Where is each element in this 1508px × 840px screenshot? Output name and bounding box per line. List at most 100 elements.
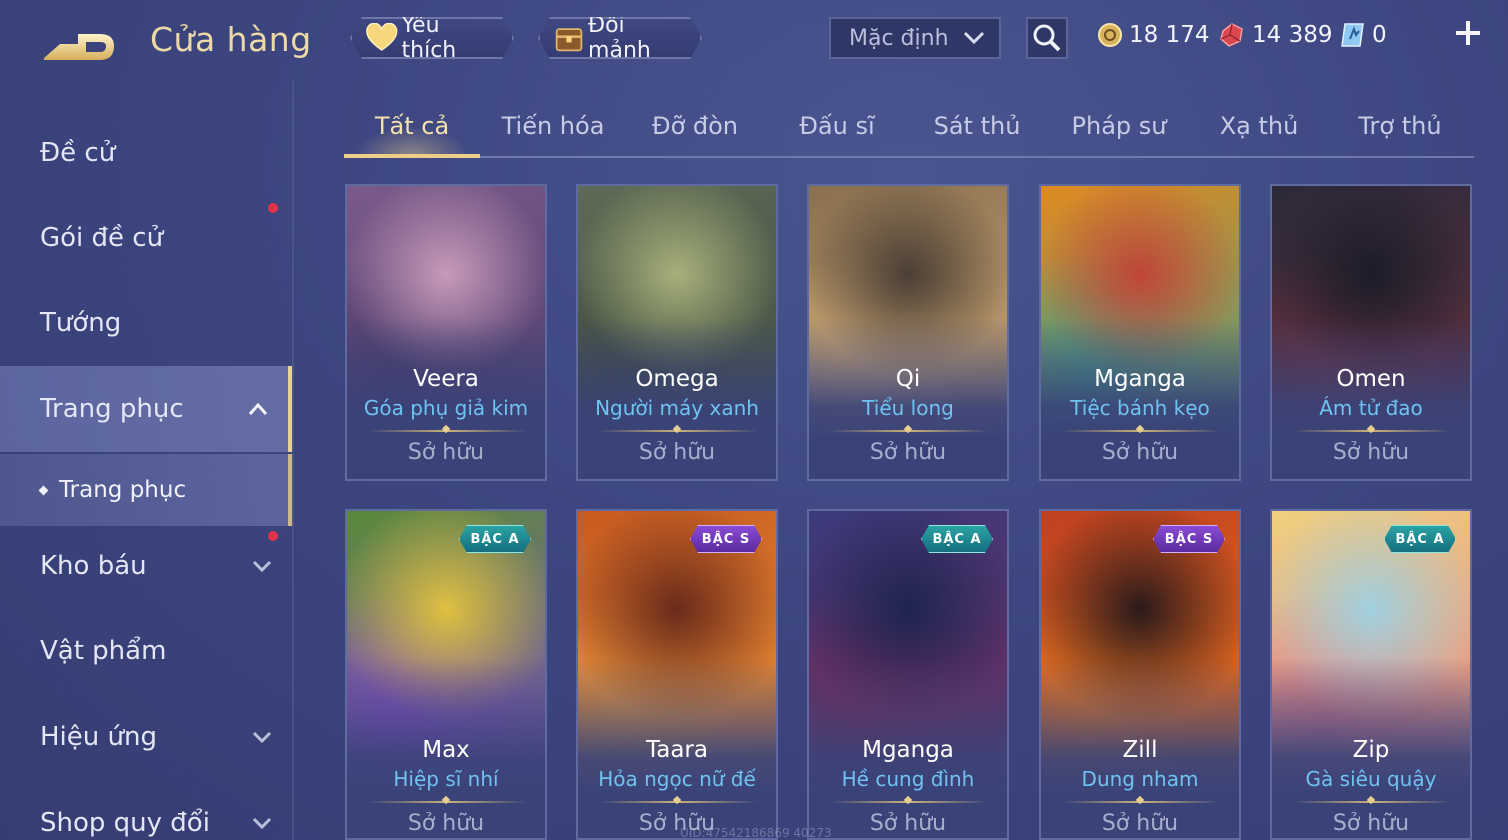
sidebar-item-effects[interactable]: Hiệu ứng: [0, 694, 292, 780]
skin-card[interactable]: Omega Người máy xanh Sở hữu: [576, 184, 778, 481]
owned-status: Sở hữu: [638, 440, 716, 465]
ruby-balance: 14 389: [1218, 20, 1332, 50]
card-separator: [1061, 430, 1221, 432]
skin-name: Người máy xanh: [595, 396, 759, 420]
card-separator: [1292, 801, 1452, 803]
card-separator: [598, 430, 758, 432]
page-title: Cửa hàng: [150, 20, 312, 59]
sidebar-item-bundles[interactable]: Gói đề cử: [0, 195, 292, 281]
sidebar-item-label: Shop quy đổi: [40, 808, 210, 838]
favorites-label: Yêu thích: [401, 13, 457, 63]
category-tabs: Tất cả Tiến hóa Đỡ đòn Đấu sĩ Sát thủ Ph…: [344, 100, 1474, 158]
tier-badge: BẬC S: [690, 525, 762, 553]
sidebar-item-label: Đề cử: [40, 138, 116, 168]
sidebar-subitem-label: Trang phục: [59, 477, 187, 503]
heart-icon: [366, 23, 398, 53]
hero-name: Max: [422, 737, 470, 763]
sidebar-item-items[interactable]: Vật phẩm: [0, 608, 292, 694]
owned-status: Sở hữu: [1101, 440, 1179, 465]
tier-badge: BẬC S: [1153, 525, 1225, 553]
skin-name: Hiệp sĩ nhí: [393, 767, 499, 791]
sidebar-item-label: Gói đề cử: [40, 223, 164, 253]
tab-marksman[interactable]: Xạ thủ: [1220, 112, 1299, 140]
back-arrow-icon: [44, 34, 114, 60]
owned-status: Sở hữu: [407, 811, 485, 836]
tab-mage[interactable]: Pháp sư: [1072, 112, 1167, 140]
skin-card[interactable]: Veera Góa phụ giả kim Sở hữu: [345, 184, 547, 481]
tab-assassin[interactable]: Sát thủ: [934, 112, 1021, 140]
sidebar-item-recommended[interactable]: Đề cử: [0, 110, 292, 196]
player-uid: UID:47542186869 40273: [680, 826, 832, 840]
exchange-button[interactable]: Đổi mảnh: [538, 17, 702, 59]
skin-card[interactable]: Mganga Hề cung đình Sở hữu BẬC A: [807, 509, 1009, 840]
sidebar: Đề cử Gói đề cử Tướng Trang phục Trang p…: [0, 100, 292, 840]
skin-card[interactable]: Zip Gà siêu quậy Sở hữu BẬC A: [1270, 509, 1472, 840]
sidebar-subitem-skins[interactable]: Trang phục: [0, 454, 292, 526]
owned-status: Sở hữu: [1332, 811, 1410, 836]
skin-name: Dung nham: [1081, 767, 1199, 791]
skin-name: Hỏa ngọc nữ đế: [598, 767, 756, 791]
voucher-balance: 0: [1340, 20, 1387, 50]
favorites-button[interactable]: Yêu thích: [350, 17, 514, 59]
chevron-up-icon: [248, 402, 268, 415]
hero-name: Omen: [1336, 366, 1406, 392]
sidebar-item-skins[interactable]: Trang phục: [0, 366, 292, 452]
tier-badge: BẬC A: [459, 525, 531, 553]
skin-name: Hề cung đình: [841, 767, 975, 791]
sort-dropdown[interactable]: Mặc định: [829, 17, 1001, 59]
top-bar: Cửa hàng Yêu thích Đổi mảnh Mặc định 18: [0, 0, 1508, 80]
chevron-down-icon: [252, 560, 272, 573]
sidebar-item-exchange-shop[interactable]: Shop quy đổi: [0, 780, 292, 840]
sort-value: Mặc định: [849, 25, 949, 51]
chevron-down-icon: [963, 31, 985, 45]
ruby-gem-icon: [1220, 23, 1243, 47]
back-button[interactable]: [38, 22, 118, 66]
skin-card[interactable]: Taara Hỏa ngọc nữ đế Sở hữu BẬC S: [576, 509, 778, 840]
skin-card[interactable]: Max Hiệp sĩ nhí Sở hữu BẬC A: [345, 509, 547, 840]
hero-name: Zip: [1352, 737, 1390, 763]
tab-all[interactable]: Tất cả: [375, 112, 449, 140]
voucher-amount: 0: [1372, 22, 1387, 48]
owned-status: Sở hữu: [869, 811, 947, 836]
sidebar-item-label: Vật phẩm: [40, 636, 167, 666]
card-separator: [367, 801, 527, 803]
gold-coin-icon: [1098, 23, 1122, 47]
skin-name: Tiệc bánh kẹo: [1070, 396, 1210, 420]
exchange-label: Đổi mảnh: [588, 13, 651, 63]
active-tab-underline: [344, 154, 480, 158]
sidebar-item-label: Hiệu ứng: [40, 722, 157, 752]
owned-status: Sở hữu: [1332, 440, 1410, 465]
skin-card[interactable]: Mganga Tiệc bánh kẹo Sở hữu: [1039, 184, 1241, 481]
add-currency-button[interactable]: [1450, 18, 1486, 54]
sidebar-divider: [292, 80, 294, 840]
skin-card[interactable]: Zill Dung nham Sở hữu BẬC S: [1039, 509, 1241, 840]
tab-support[interactable]: Trợ thủ: [1358, 112, 1441, 140]
skin-card[interactable]: Omen Ám tử đao Sở hữu: [1270, 184, 1472, 481]
search-button[interactable]: [1026, 17, 1068, 59]
plus-icon: [1456, 21, 1480, 45]
hero-name: Qi: [895, 366, 921, 392]
card-separator: [598, 801, 758, 803]
tab-warrior[interactable]: Đấu sĩ: [799, 112, 874, 140]
skin-name: Gà siêu quậy: [1305, 767, 1437, 791]
tab-evolution[interactable]: Tiến hóa: [502, 112, 605, 140]
tab-tank[interactable]: Đỡ đòn: [652, 112, 738, 140]
bullet-icon: [38, 485, 49, 495]
sidebar-item-treasure[interactable]: Kho báu: [0, 523, 292, 609]
skin-name: Ám tử đao: [1319, 396, 1423, 420]
tier-badge: BẬC A: [921, 525, 993, 553]
search-icon: [1033, 24, 1061, 52]
chevron-down-icon: [252, 817, 272, 830]
hero-name: Mganga: [862, 737, 954, 763]
skin-name: Góa phụ giả kim: [363, 396, 529, 420]
card-separator: [829, 430, 989, 432]
chest-icon: [554, 22, 584, 54]
ruby-amount: 14 389: [1252, 22, 1333, 48]
hero-name: Mganga: [1094, 366, 1186, 392]
sidebar-item-heroes[interactable]: Tướng: [0, 280, 292, 366]
hero-name: Taara: [646, 737, 708, 763]
skin-card[interactable]: Qi Tiểu long Sở hữu: [807, 184, 1009, 481]
owned-status: Sở hữu: [869, 440, 947, 465]
voucher-icon: [1341, 23, 1364, 47]
tier-badge: BẬC A: [1384, 525, 1456, 553]
